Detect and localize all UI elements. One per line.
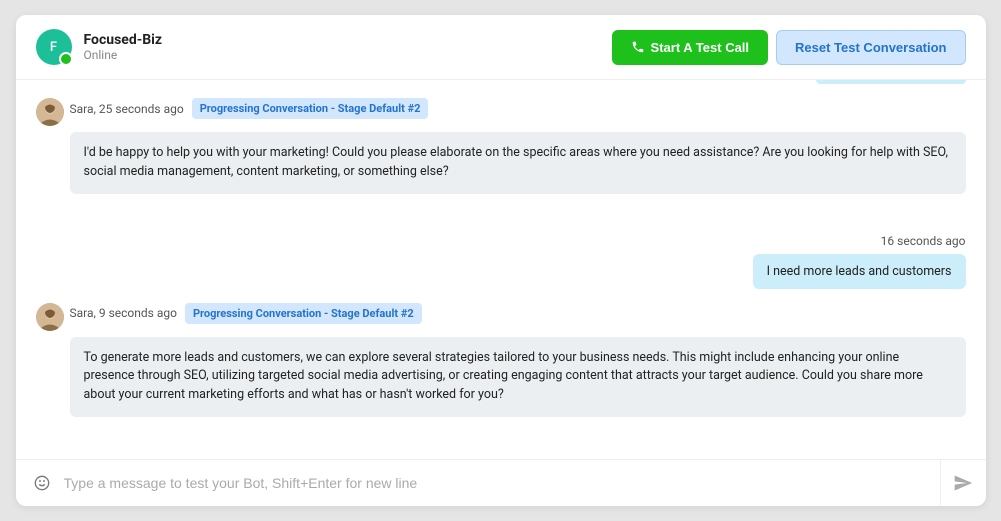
bot-message-bubble: I'd be happy to help you with your marke… [70,132,966,194]
bot-message-bubble: To generate more leads and customers, we… [70,337,966,417]
bot-name: Focused-Biz [84,32,604,48]
bot-status: Online [84,48,604,62]
profile-info: Focused-Biz Online [84,32,604,62]
user-message-block: 16 seconds ago I need more leads and cus… [36,234,966,289]
emoji-button[interactable] [28,469,56,497]
message-time: 16 seconds ago [881,234,966,248]
send-button[interactable] [940,460,986,506]
send-icon [953,473,973,493]
message-meta: Sara, 9 seconds ago [70,306,177,320]
message-input[interactable] [56,461,940,505]
reset-conversation-button[interactable]: Reset Test Conversation [776,30,965,65]
user-message-bubble: I need more leads and customers [753,254,966,289]
avatar-letter: F [50,40,57,55]
chat-container: F Focused-Biz Online Start A Test Call R… [16,15,986,506]
smiley-icon [34,475,50,491]
chat-header: F Focused-Biz Online Start A Test Call R… [16,15,986,80]
bot-message-block: Sara, 9 seconds ago Progressing Conversa… [36,303,966,417]
input-bar [16,459,986,506]
stage-badge: Progressing Conversation - Stage Default… [185,303,422,324]
message-meta: Sara, 25 seconds ago [70,102,184,116]
start-call-label: Start A Test Call [651,40,749,55]
message-avatar [36,303,64,331]
message-avatar [36,98,64,126]
start-test-call-button[interactable]: Start A Test Call [612,30,768,65]
phone-icon [631,40,645,54]
messages-area[interactable]: Sara, 25 seconds ago Progressing Convers… [16,84,986,459]
reset-label: Reset Test Conversation [795,40,946,55]
stage-badge: Progressing Conversation - Stage Default… [192,98,429,119]
bot-message-block: Sara, 25 seconds ago Progressing Convers… [36,98,966,194]
bot-avatar: F [36,29,72,65]
